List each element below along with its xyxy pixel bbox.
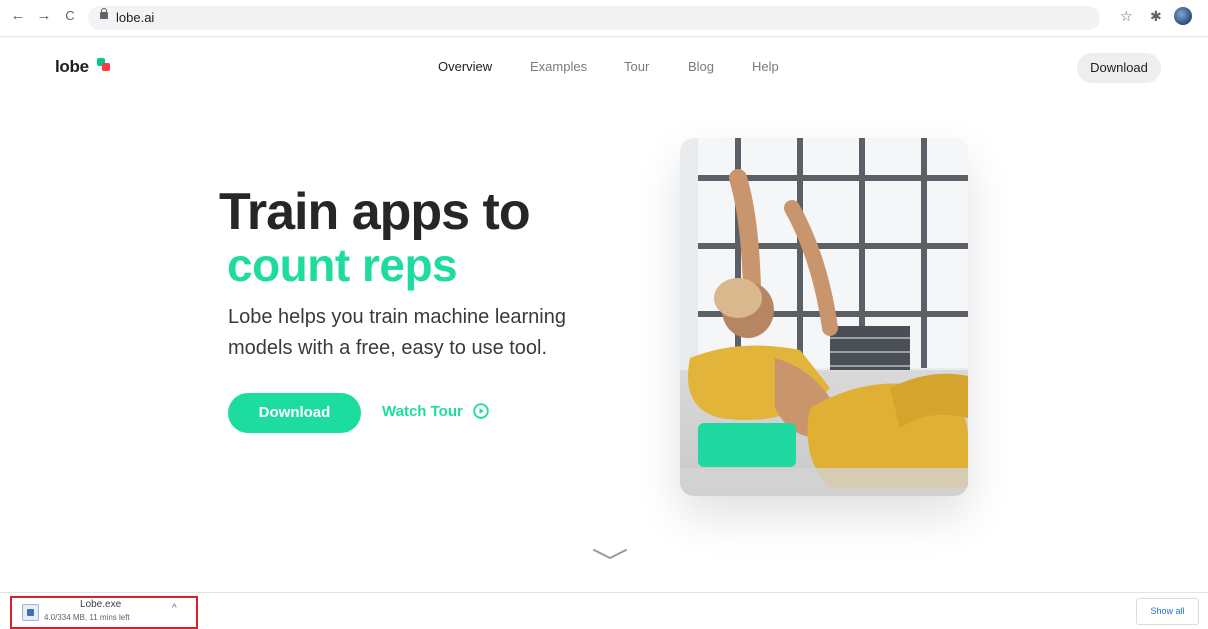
nav-help[interactable]: Help (752, 59, 779, 74)
url-text: lobe.ai (116, 10, 155, 25)
nav-examples[interactable]: Examples (530, 59, 587, 74)
logo-mark-icon (97, 58, 111, 72)
lock-icon (100, 8, 108, 19)
profile-avatar[interactable] (1174, 7, 1192, 25)
nav-overview[interactable]: Overview (438, 59, 492, 74)
download-item[interactable]: Lobe.exe 4.0/334 MB, 11 mins left ^ (10, 596, 198, 629)
back-icon[interactable]: ← (8, 6, 28, 26)
watch-tour-label: Watch Tour (382, 403, 463, 420)
hero-title: Train apps to (219, 183, 531, 241)
download-status: 4.0/334 MB, 11 mins left (44, 613, 130, 622)
reload-icon[interactable]: C (60, 6, 80, 26)
hero-subtitle: Lobe helps you train machine learning mo… (228, 306, 566, 359)
nav-blog[interactable]: Blog (688, 59, 714, 74)
browser-toolbar: ← → C lobe.ai ☆ ✱ ⋮ (0, 0, 1208, 37)
star-icon[interactable]: ☆ (1120, 8, 1133, 25)
forward-icon[interactable]: → (34, 6, 54, 26)
show-all-button[interactable]: Show all (1136, 598, 1199, 625)
exe-file-icon (22, 604, 39, 621)
more-icon[interactable]: ⋮ (1202, 8, 1208, 25)
header-download-button[interactable]: Download (1077, 53, 1161, 83)
download-file-name: Lobe.exe (80, 599, 122, 610)
overlay-badge[interactable] (698, 423, 796, 467)
play-circle-icon (473, 403, 489, 419)
nav-tour[interactable]: Tour (624, 59, 649, 74)
address-bar[interactable]: lobe.ai (88, 6, 1100, 30)
hero-title-highlight: count reps (227, 239, 458, 291)
site-logo[interactable]: lobe (55, 57, 89, 77)
watch-tour-link[interactable]: Watch Tour (382, 403, 489, 420)
scroll-down-chevron-icon[interactable] (592, 547, 628, 561)
extensions-icon[interactable]: ✱ (1150, 8, 1162, 25)
hero-download-button[interactable]: Download (228, 393, 361, 433)
chevron-up-icon[interactable]: ^ (172, 603, 177, 614)
